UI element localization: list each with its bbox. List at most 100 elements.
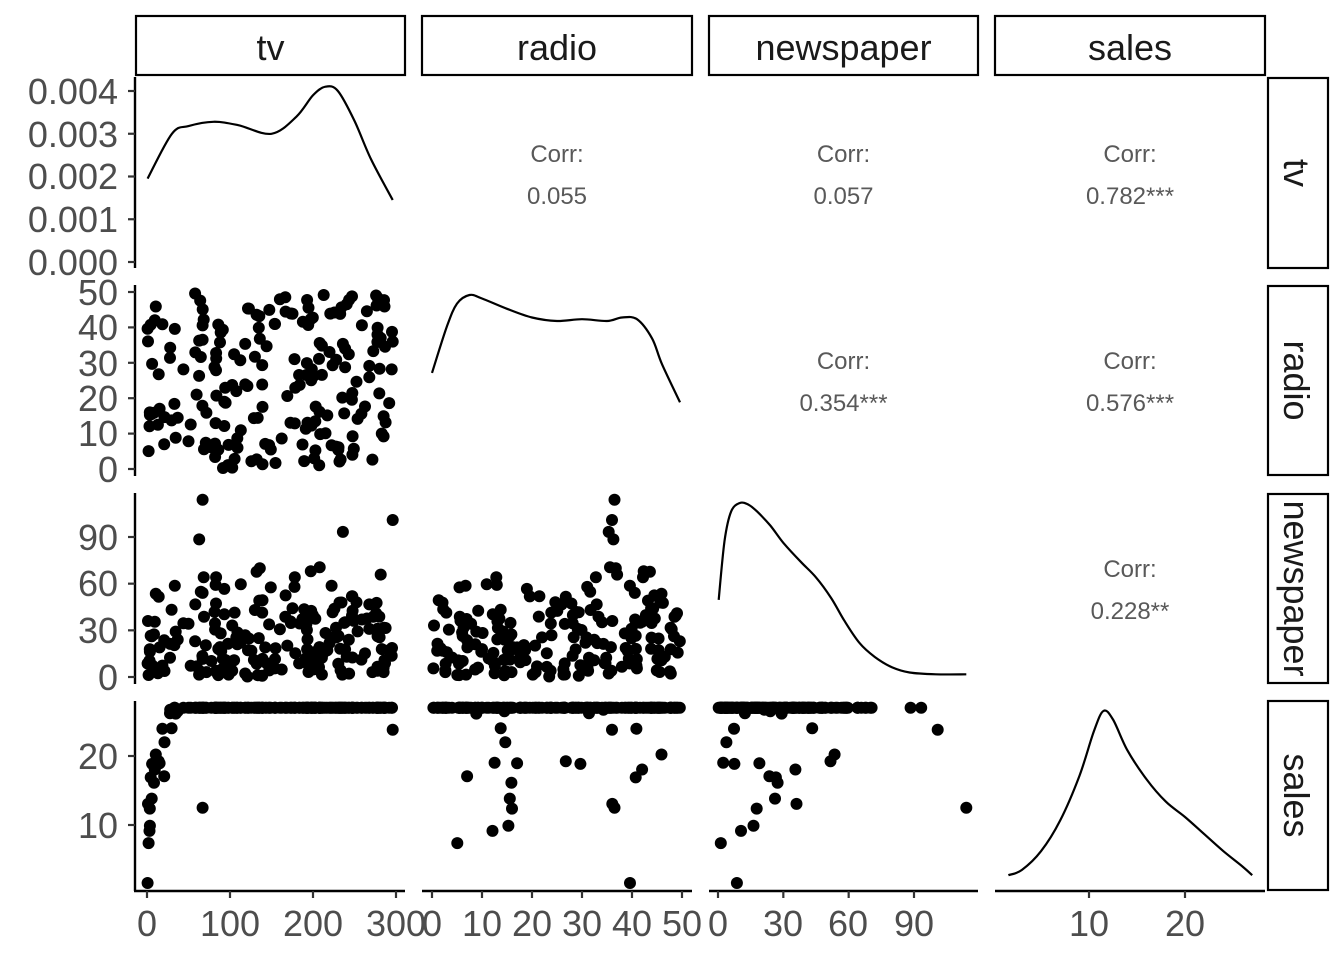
data-point <box>643 565 656 578</box>
scatter-panel-newspaper-vs-radio <box>427 493 686 683</box>
row-strip-label-tv: tv <box>1276 159 1317 187</box>
data-point <box>324 307 337 320</box>
data-point <box>251 669 264 682</box>
data-point <box>143 420 156 433</box>
data-point <box>302 319 315 331</box>
data-point <box>177 617 190 630</box>
corr-value: 0.055 <box>527 183 587 210</box>
x-tick-label: 10 <box>462 903 502 944</box>
row-strips: tv radio newspaper sales <box>1266 76 1330 892</box>
data-point <box>472 701 485 714</box>
data-point <box>253 594 266 607</box>
data-point <box>756 701 769 714</box>
data-point <box>336 337 349 350</box>
column-strip-newspaper: newspaper <box>707 14 980 77</box>
data-point <box>804 701 817 714</box>
data-point <box>663 665 676 678</box>
data-point <box>499 736 512 749</box>
data-point <box>363 598 376 611</box>
data-point <box>472 604 485 617</box>
data-point <box>460 613 473 625</box>
data-point <box>256 400 269 413</box>
data-point <box>494 722 507 735</box>
corr-value: 0.576*** <box>1086 390 1174 417</box>
column-strip-radio: radio <box>420 14 694 77</box>
data-point <box>330 631 343 644</box>
data-point <box>196 586 209 599</box>
data-point <box>351 625 364 638</box>
data-point <box>346 604 359 617</box>
data-point <box>592 610 605 623</box>
data-point <box>279 589 292 602</box>
data-point <box>824 755 837 768</box>
data-point <box>143 824 156 837</box>
y-tick-label: 60 <box>78 563 118 604</box>
data-point <box>171 705 184 718</box>
data-point <box>158 634 171 647</box>
data-point <box>355 407 368 420</box>
data-point <box>461 770 474 783</box>
data-point <box>193 369 206 382</box>
data-point <box>730 877 743 889</box>
data-point <box>228 606 241 619</box>
data-point <box>753 757 766 770</box>
data-point <box>350 375 363 388</box>
data-point <box>519 701 532 714</box>
data-point <box>222 459 234 472</box>
data-point <box>293 657 306 670</box>
data-point <box>317 289 330 301</box>
data-point <box>652 644 665 657</box>
data-point <box>366 453 379 466</box>
x-tick-label: 20 <box>512 903 552 944</box>
data-point <box>315 368 328 381</box>
data-point <box>747 819 760 832</box>
data-point <box>263 303 276 316</box>
data-point <box>196 493 209 506</box>
data-point <box>158 736 171 749</box>
data-point <box>628 586 641 599</box>
data-point <box>284 701 297 714</box>
data-point <box>378 300 391 313</box>
data-point <box>491 615 504 628</box>
data-point <box>301 643 314 656</box>
data-point <box>558 657 571 670</box>
tick-marks <box>128 89 1187 898</box>
data-point <box>210 597 222 610</box>
x-tick-label: 20 <box>1165 903 1205 944</box>
data-point <box>338 616 351 629</box>
data-point <box>145 792 158 805</box>
data-point <box>263 618 276 631</box>
data-point <box>142 837 155 850</box>
row-strip-tv: tv <box>1266 76 1330 270</box>
data-point <box>346 590 359 603</box>
row-strip-sales: sales <box>1266 699 1330 892</box>
data-point <box>591 637 604 650</box>
data-point <box>606 723 618 736</box>
x-tick-label: 200 <box>283 903 343 944</box>
data-point <box>264 581 277 594</box>
column-strip-label-radio: radio <box>517 27 597 68</box>
corr-tv-sales: Corr: 0.782*** <box>1086 141 1174 210</box>
data-point <box>275 663 288 676</box>
data-point <box>169 431 182 444</box>
data-point <box>608 493 621 506</box>
data-point <box>386 723 399 736</box>
data-point <box>300 624 313 636</box>
data-point <box>451 837 464 850</box>
data-point <box>551 604 564 617</box>
corr-tv-radio: Corr: 0.055 <box>527 141 587 210</box>
data-point <box>200 666 213 679</box>
data-point <box>230 631 243 644</box>
data-point <box>156 722 169 735</box>
corr-newspaper-sales: Corr: 0.228** <box>1091 556 1170 625</box>
data-point <box>511 757 524 770</box>
data-point <box>490 571 503 584</box>
density-curve-radio <box>430 293 681 403</box>
data-point <box>168 322 181 335</box>
y-tick-label: 0.004 <box>28 71 118 112</box>
density-curve-newspaper <box>717 501 967 676</box>
data-point <box>498 633 511 646</box>
data-point <box>293 369 306 381</box>
data-point <box>602 525 615 538</box>
data-point <box>386 325 398 338</box>
